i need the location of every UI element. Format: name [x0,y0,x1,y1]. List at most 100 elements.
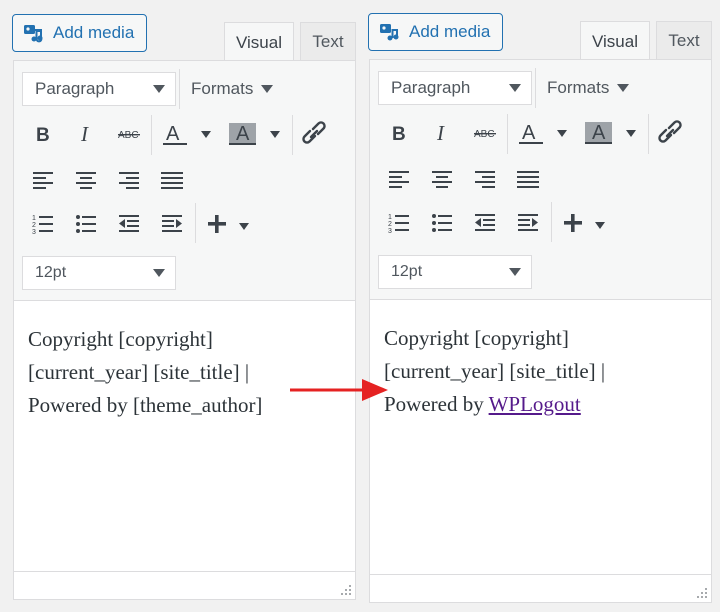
indent-icon [518,214,538,231]
align-center-icon [76,172,96,189]
font-size-select[interactable]: 12pt [378,255,532,289]
font-size-value: 12pt [35,264,67,281]
strikethrough-icon: ABC [118,130,140,141]
editor-content[interactable]: Copyright [copyright] [current_year] [si… [384,322,704,421]
align-left-icon [389,171,409,188]
justify-button[interactable] [155,163,189,197]
justify-icon [161,172,183,189]
media-icon [380,24,399,41]
toolbar-divider [195,203,196,243]
add-media-label: Add media [53,23,135,42]
tab-text[interactable]: Text [656,21,712,60]
svg-text:1: 1 [32,215,36,222]
chevron-down-icon[interactable] [595,222,605,229]
italic-icon: I [80,124,89,144]
tab-visual[interactable]: Visual [580,21,650,61]
align-center-button[interactable] [425,162,459,196]
svg-text:3: 3 [32,229,36,235]
red-arrow-icon [290,379,388,401]
italic-icon: I [436,123,445,143]
italic-button[interactable]: I [425,116,459,150]
link-button[interactable] [653,116,687,150]
editor-toolbar: Paragraph Formats B I ABC A A 1 2 3 12pt [370,60,711,300]
align-left-button[interactable] [26,163,60,197]
bold-button[interactable]: B [26,117,60,151]
background-color-button[interactable]: A [226,117,260,151]
toolbar-divider [292,115,293,155]
content-line: Copyright [copyright] [384,326,569,350]
align-right-icon [475,171,495,188]
chevron-down-icon[interactable] [239,223,249,230]
outdent-icon [119,215,139,232]
indent-button[interactable] [511,206,545,240]
indent-button[interactable] [155,207,189,241]
chevron-down-icon [153,85,165,93]
tab-text[interactable]: Text [300,22,356,61]
link-icon [302,121,326,144]
numbered-list-icon: 123 [32,215,53,235]
resize-grip-icon[interactable] [340,584,352,596]
align-right-button[interactable] [112,163,146,197]
outdent-button[interactable] [112,207,146,241]
justify-button[interactable] [511,162,545,196]
insert-button[interactable] [556,206,590,240]
editor-content[interactable]: Copyright [copyright] [current_year] [si… [28,323,348,422]
bullet-list-icon [76,215,96,233]
insert-button[interactable] [200,207,234,241]
add-media-button[interactable]: Add media [12,14,148,52]
bold-icon: B [392,124,406,143]
svg-text:I: I [436,123,445,143]
formats-menu-label: Formats [547,78,610,97]
bold-button[interactable]: B [382,116,416,150]
formats-menu-button[interactable]: Formats [547,71,630,105]
chevron-down-icon [509,268,521,276]
link-button[interactable] [297,117,331,151]
svg-text:B: B [36,125,50,144]
chevron-down-icon[interactable] [626,130,636,137]
editor-panel-before: Add media Visual Text Paragraph Formats … [12,0,358,612]
align-right-button[interactable] [468,162,502,196]
chevron-down-icon[interactable] [557,130,567,137]
bullet-list-button[interactable] [425,206,459,240]
numbered-list-button[interactable]: 123 [382,206,416,240]
numbered-list-button[interactable]: 123 [26,207,60,241]
chevron-down-icon[interactable] [201,131,211,138]
outdent-button[interactable] [468,206,502,240]
text-color-button[interactable]: A [157,117,191,151]
toolbar-divider [179,69,180,109]
align-left-button[interactable] [382,162,416,196]
add-media-button[interactable]: Add media [368,13,504,51]
format-select[interactable]: Paragraph [378,71,532,105]
svg-text:B: B [392,124,406,143]
editor-toolbar: Paragraph Formats B I ABC A A 1 2 3 12pt [14,61,355,301]
toolbar-divider [551,202,552,242]
align-center-button[interactable] [69,163,103,197]
editor-statusbar [14,571,355,599]
outdent-icon [475,214,495,231]
format-select-value: Paragraph [35,79,115,98]
text-color-icon: A [519,122,543,144]
toolbar-divider [535,68,536,108]
text-color-button[interactable]: A [513,116,547,150]
strikethrough-button[interactable]: ABC [468,116,502,150]
content-line: Powered by WPLogout [384,388,704,421]
background-color-icon: A [585,122,612,144]
tab-visual[interactable]: Visual [224,22,294,62]
align-center-icon [432,171,452,188]
bullet-list-button[interactable] [69,207,103,241]
justify-icon [517,171,539,188]
background-color-button[interactable]: A [582,116,616,150]
italic-button[interactable]: I [69,117,103,151]
svg-text:I: I [80,124,89,144]
content-text: Powered by [384,392,489,416]
formats-menu-button[interactable]: Formats [191,72,274,106]
font-size-select[interactable]: 12pt [22,256,176,290]
format-select[interactable]: Paragraph [22,72,176,106]
text-color-icon: A [163,123,187,145]
editor-panel-after: Add media Visual Text Paragraph Formats … [368,0,714,612]
strikethrough-button[interactable]: ABC [112,117,146,151]
chevron-down-icon[interactable] [270,131,280,138]
strikethrough-icon: ABC [474,129,496,140]
resize-grip-icon[interactable] [696,587,708,599]
author-link[interactable]: WPLogout [489,392,581,416]
